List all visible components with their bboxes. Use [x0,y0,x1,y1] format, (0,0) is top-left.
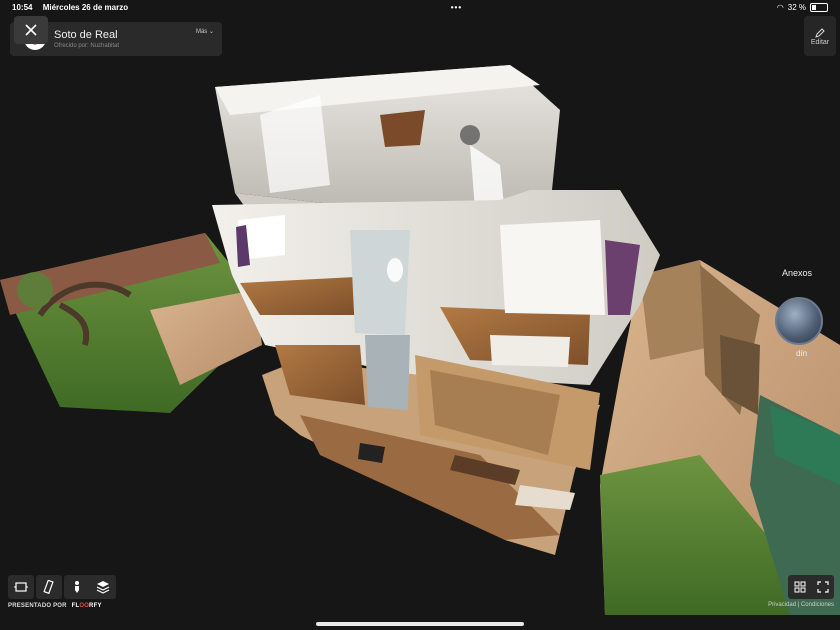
walkthrough-button[interactable] [64,575,90,599]
dollhouse-button[interactable] [90,575,116,599]
jardin-label: dín [796,349,808,358]
anexos-label: Anexos [782,268,813,278]
anexos-hotspot-thumbnail[interactable] [775,297,823,345]
status-time: 10:54 [12,3,33,12]
more-menu-label: Más [195,29,208,35]
brand-part-c: RFY [89,603,102,609]
floorfy-logo[interactable]: FLOORFY [72,603,102,609]
grid-icon[interactable] [794,581,806,593]
status-bar: 10:54 Miércoles 26 de marzo ••• ◠ 32 % [0,0,840,15]
battery-text: 32 % [787,3,806,12]
close-icon [25,24,37,36]
view-controls [788,575,834,599]
floorplan-icon [14,582,28,592]
edit-label: Editar [810,38,830,46]
floorplan-button[interactable] [8,575,34,599]
battery-icon [809,3,828,12]
multitask-dots[interactable]: ••• [451,3,462,12]
ruler-icon [43,580,54,594]
person-icon [75,581,79,593]
pencil-icon [815,27,825,38]
legal-links[interactable]: Privacidad | Condiciones [768,602,834,608]
wifi-icon: ◠ [776,3,784,12]
home-indicator[interactable] [316,622,524,626]
dollhouse-3d-view[interactable] [0,15,840,615]
edit-button[interactable]: Editar [804,16,836,56]
presented-by: PRESENTADO POR FLOORFY [8,603,102,609]
chevron-down-icon: ⌄ [208,29,214,35]
layers-icon [96,581,110,594]
close-button[interactable] [14,16,48,44]
measure-button[interactable] [36,575,62,599]
listing-subtitle: Ofrecido por: Nuzhabitat [54,43,120,49]
status-date: Miércoles 26 de marzo [42,3,129,12]
presented-by-text: PRESENTADO POR [8,603,67,609]
more-menu-button[interactable]: Más ⌄ [196,28,214,35]
brand-part-b: OO [79,603,90,609]
listing-title: Soto de Real [54,29,118,41]
fullscreen-icon[interactable] [816,581,829,593]
view-toolbar [8,575,118,599]
left-garden [0,233,262,413]
main-floors [212,190,660,555]
